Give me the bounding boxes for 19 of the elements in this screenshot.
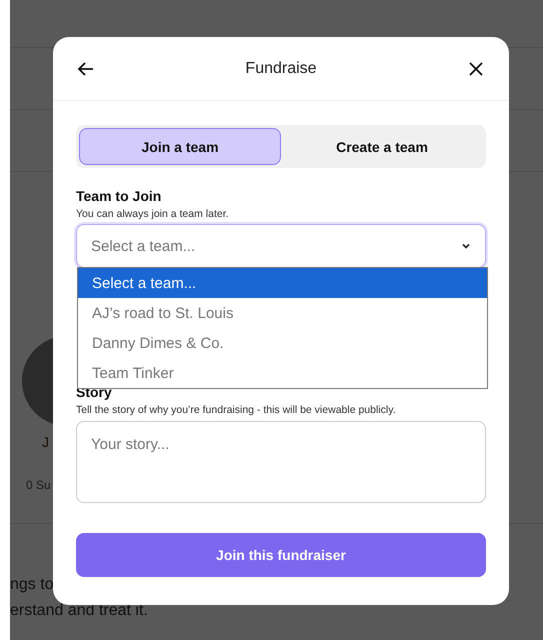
close-icon[interactable] — [467, 60, 485, 78]
join-fundraiser-button[interactable]: Join this fundraiser — [76, 533, 486, 577]
dropdown-option[interactable]: AJ’s road to St. Louis — [78, 298, 487, 328]
profile-stats: 0 Su — [26, 478, 51, 492]
dropdown-option[interactable]: Select a team... — [78, 268, 487, 298]
team-select[interactable]: Select a team... — [76, 224, 486, 268]
back-icon[interactable] — [77, 60, 95, 78]
dialog-title: Fundraise — [245, 60, 317, 78]
profile-name: J — [42, 434, 49, 450]
tab[interactable]: Join a team — [79, 128, 281, 165]
story-field[interactable]: Your story... — [76, 421, 486, 503]
description-text: ngs to — [10, 575, 54, 595]
dropdown-option[interactable]: Team Tinker — [78, 358, 487, 388]
field-hint: Tell the story of why you’re fundraising - this will be viewable publicly. — [76, 404, 397, 416]
field-hint: You can always join a team later. — [76, 208, 230, 220]
chevron-down-icon — [461, 241, 471, 251]
dropdown-option[interactable]: Danny Dimes & Co. — [78, 328, 487, 358]
field-label: Team to Join — [76, 188, 162, 204]
tab[interactable]: Create a team — [281, 128, 483, 165]
